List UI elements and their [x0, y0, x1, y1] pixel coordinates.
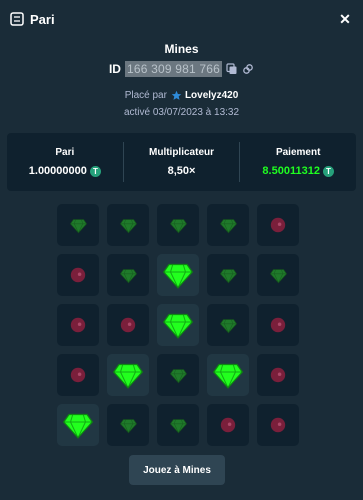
mine-tile[interactable] — [57, 254, 99, 296]
gem-icon — [119, 417, 137, 434]
placed-by-row: Placé par Lovelyz420 — [0, 90, 363, 101]
gem-tile[interactable] — [107, 204, 149, 246]
close-icon[interactable]: ✕ — [337, 11, 353, 27]
gem-tile[interactable] — [107, 254, 149, 296]
mine-tile[interactable] — [257, 204, 299, 246]
gem-icon — [69, 217, 87, 234]
game-name: Mines — [164, 42, 199, 56]
gem-tile[interactable] — [207, 204, 249, 246]
gem-tile-found[interactable] — [107, 354, 149, 396]
mines-board — [57, 204, 300, 446]
link-icon[interactable] — [242, 63, 254, 75]
mine-icon — [120, 317, 136, 333]
play-mines-button[interactable]: Jouez à Mines — [129, 455, 225, 485]
mine-tile[interactable] — [257, 404, 299, 446]
stat-payout: Paiement 8.50011312 T — [239, 142, 356, 182]
bet-id-row: ID 166 309 981 766 — [0, 61, 363, 77]
gem-icon — [219, 267, 237, 284]
gem-tile-found[interactable] — [57, 404, 99, 446]
gem-tile[interactable] — [157, 404, 199, 446]
bet-slip-icon — [10, 12, 24, 26]
gem-tile[interactable] — [157, 354, 199, 396]
mine-tile[interactable] — [57, 304, 99, 346]
mine-tile[interactable] — [57, 354, 99, 396]
mine-icon — [270, 217, 286, 233]
bet-id-value[interactable]: 166 309 981 766 — [124, 61, 223, 77]
tether-coin-icon: T — [322, 165, 334, 177]
gem-icon — [169, 367, 187, 384]
mine-tile[interactable] — [207, 404, 249, 446]
gem-icon — [119, 267, 137, 284]
mine-tile[interactable] — [107, 304, 149, 346]
modal-header: Pari ✕ — [0, 0, 363, 38]
gem-tile-found[interactable] — [157, 254, 199, 296]
gem-icon — [169, 417, 187, 434]
gem-icon — [219, 317, 237, 334]
mine-icon — [220, 417, 236, 433]
stat-label: Pari — [55, 147, 75, 158]
placed-by-label: Placé par — [124, 90, 167, 101]
gem-tile[interactable] — [207, 304, 249, 346]
stat-value: 1.00000000 T — [7, 165, 123, 177]
stat-multiplier: Multiplicateur 8,50× — [122, 142, 240, 182]
stat-value: 8.50011312 T — [240, 165, 356, 177]
stat-label: Paiement — [275, 147, 321, 158]
gem-tile[interactable] — [207, 254, 249, 296]
gem-icon — [169, 217, 187, 234]
copy-icon[interactable] — [226, 63, 238, 75]
tether-coin-icon: T — [89, 165, 101, 177]
gem-tile[interactable] — [57, 204, 99, 246]
bet-id-label: ID — [108, 62, 121, 76]
gem-icon — [269, 267, 287, 284]
mine-icon — [270, 417, 286, 433]
mine-icon — [270, 317, 286, 333]
gem-tile-found[interactable] — [207, 354, 249, 396]
mine-tile[interactable] — [257, 354, 299, 396]
mine-icon — [70, 267, 86, 283]
gem-icon — [219, 217, 237, 234]
gem-tile[interactable] — [107, 404, 149, 446]
vip-star-icon — [171, 90, 182, 101]
stat-bet: Pari 1.00000000 T — [7, 142, 123, 182]
stat-amount: 8,50× — [167, 165, 196, 177]
gem-icon — [163, 260, 193, 290]
gem-icon — [213, 360, 243, 390]
stat-amount: 8.50011312 — [262, 165, 320, 177]
username-link[interactable]: Lovelyz420 — [185, 90, 238, 101]
mine-icon — [70, 317, 86, 333]
bet-stats-panel: Pari 1.00000000 T Multiplicateur 8,50× P… — [7, 133, 356, 191]
mine-tile[interactable] — [257, 304, 299, 346]
stat-amount: 1.00000000 — [28, 165, 87, 177]
modal-title: Pari — [30, 11, 55, 27]
stat-value: 8,50× — [124, 165, 240, 177]
stat-label: Multiplicateur — [149, 147, 215, 158]
mine-icon — [70, 367, 86, 383]
activated-timestamp: activé 03/07/2023 à 13:32 — [123, 107, 240, 118]
gem-icon — [119, 217, 137, 234]
gem-tile-found[interactable] — [157, 304, 199, 346]
gem-tile[interactable] — [257, 254, 299, 296]
gem-icon — [163, 310, 193, 340]
gem-icon — [63, 410, 93, 440]
gem-icon — [113, 360, 143, 390]
mine-icon — [270, 367, 286, 383]
gem-tile[interactable] — [157, 204, 199, 246]
